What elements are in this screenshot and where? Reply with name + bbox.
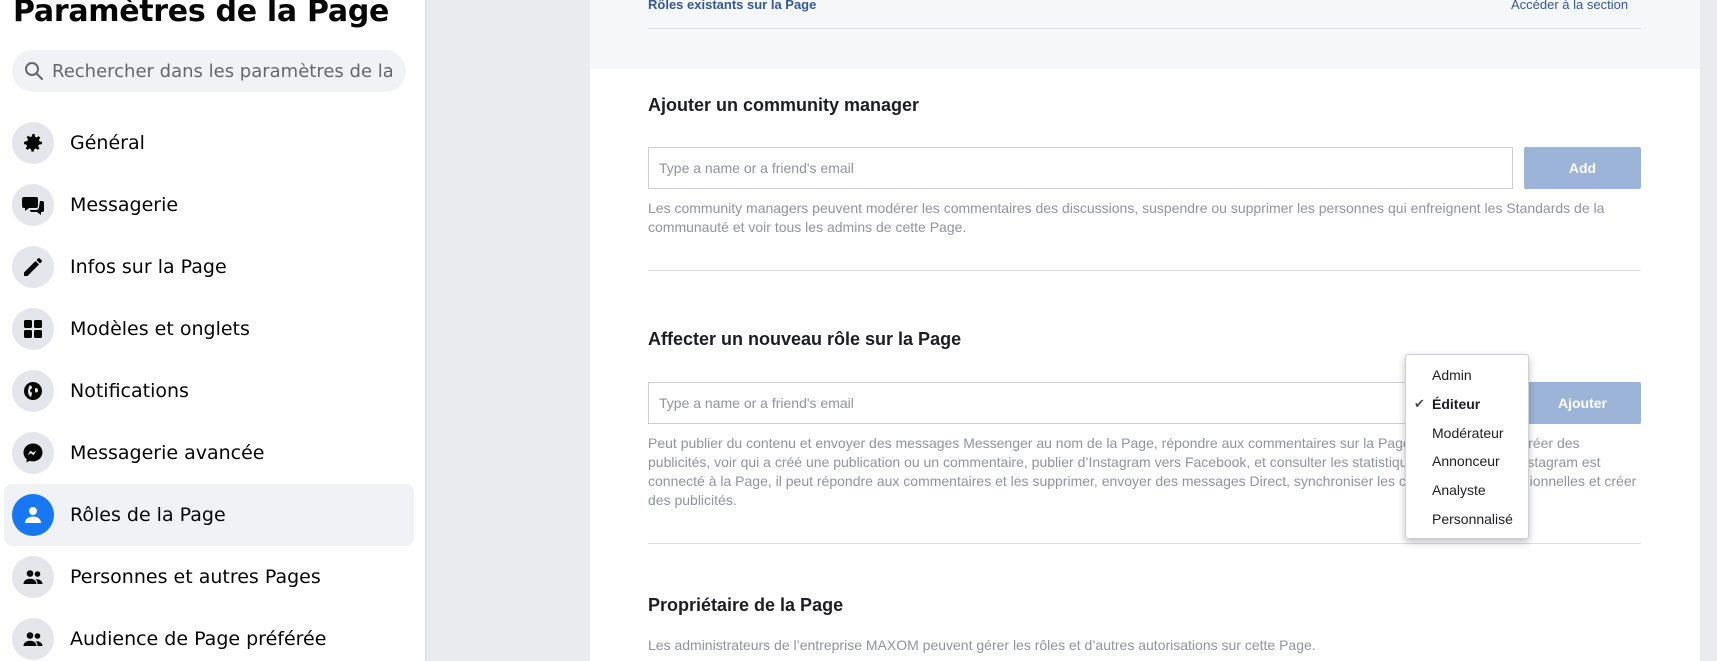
role-option-label: Annonceur <box>1432 453 1500 470</box>
sidebar-item-preferred-audience[interactable]: Audience de Page préférée <box>4 608 414 661</box>
role-option-label: Éditeur <box>1432 395 1481 412</box>
sidebar-item-messaging[interactable]: Messagerie <box>4 174 414 236</box>
sidebar-title: Paramètres de la Page <box>13 0 390 29</box>
sidebar-item-people-other-pages[interactable]: Personnes et autres Pages <box>4 546 414 608</box>
divider <box>648 270 1641 271</box>
sidebar-item-label: Infos sur la Page <box>70 256 227 278</box>
role-option-advertiser[interactable]: Annonceur <box>1406 447 1528 476</box>
sidebar-item-label: Messagerie avancée <box>70 442 265 464</box>
sidebar-item-label: Personnes et autres Pages <box>70 566 321 588</box>
settings-search[interactable] <box>12 50 406 92</box>
chat-bubbles-icon <box>12 184 54 226</box>
pencil-icon <box>12 246 54 288</box>
page-owner-title: Propriétaire de la Page <box>648 595 844 615</box>
community-manager-input[interactable] <box>648 147 1513 189</box>
add-community-manager-button[interactable]: Add <box>1524 147 1641 189</box>
existing-roles-heading: Rôles existants sur la Page <box>648 0 817 12</box>
sidebar-item-label: Audience de Page préférée <box>70 628 327 650</box>
role-option-label: Modérateur <box>1432 424 1504 441</box>
divider <box>648 28 1641 29</box>
role-option-admin[interactable]: Admin <box>1406 361 1528 390</box>
assign-role-input[interactable] <box>648 382 1513 424</box>
search-icon <box>24 61 44 81</box>
sidebar-item-label: Messagerie <box>70 194 179 216</box>
settings-sidebar: Paramètres de la Page Général Messagerie… <box>0 0 426 661</box>
grid-icon <box>12 308 54 350</box>
sidebar-item-advanced-messaging[interactable]: Messagerie avancée <box>4 422 414 484</box>
role-option-label: Personnalisé <box>1432 510 1513 527</box>
role-option-analyst[interactable]: Analyste <box>1406 476 1528 505</box>
go-to-section-link[interactable]: Accéder à la section <box>1511 0 1628 12</box>
sidebar-item-page-info[interactable]: Infos sur la Page <box>4 236 414 298</box>
role-option-moderator[interactable]: Modérateur <box>1406 419 1528 448</box>
person-icon <box>12 494 54 536</box>
gear-icon <box>12 122 54 164</box>
assign-role-title: Affecter un nouveau rôle sur la Page <box>648 329 962 349</box>
messenger-icon <box>12 432 54 474</box>
sidebar-item-label: Rôles de la Page <box>70 504 226 526</box>
sidebar-item-label: Modèles et onglets <box>70 318 250 340</box>
sidebar-item-general[interactable]: Général <box>4 112 414 174</box>
sidebar-item-page-roles[interactable]: Rôles de la Page <box>4 484 414 546</box>
search-input[interactable] <box>52 60 392 82</box>
community-manager-title: Ajouter un community manager <box>648 95 920 115</box>
sidebar-item-label: Notifications <box>70 380 189 402</box>
role-dropdown-menu: Admin ✔ Éditeur Modérateur Annonceur Anal… <box>1405 354 1529 539</box>
divider <box>648 543 1641 544</box>
role-option-editor[interactable]: ✔ Éditeur <box>1406 390 1528 419</box>
role-option-label: Analyste <box>1432 482 1486 499</box>
sidebar-item-label: Général <box>70 132 145 154</box>
checkmark-icon: ✔ <box>1414 395 1425 411</box>
assign-role-add-button[interactable]: Ajouter <box>1524 382 1641 424</box>
people-icon <box>12 556 54 598</box>
role-option-custom[interactable]: Personnalisé <box>1406 505 1528 534</box>
sidebar-item-templates-tabs[interactable]: Modèles et onglets <box>4 298 414 360</box>
globe-icon <box>12 370 54 412</box>
sidebar-item-notifications[interactable]: Notifications <box>4 360 414 422</box>
sidebar-nav: Général Messagerie Infos sur la Page Mod… <box>4 112 414 661</box>
people-icon <box>12 618 54 660</box>
role-option-label: Admin <box>1432 367 1472 383</box>
page-owner-description: Les administrateurs de l’entreprise MAXO… <box>648 637 1316 653</box>
community-manager-description: Les community managers peuvent modérer l… <box>648 200 1605 235</box>
